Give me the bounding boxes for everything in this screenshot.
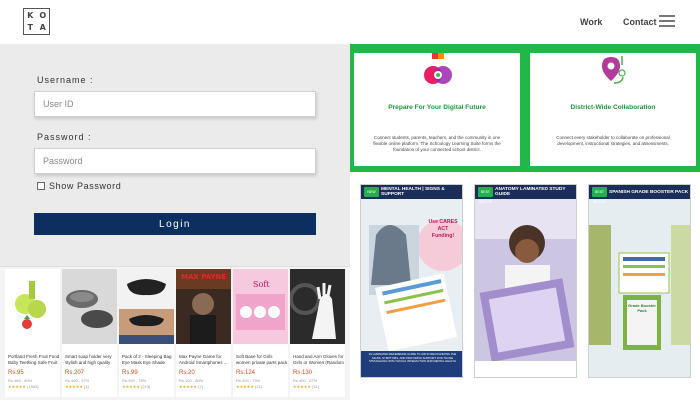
product-price: Rs.95 xyxy=(8,370,24,376)
logo-letter-a: A xyxy=(39,23,46,33)
poster-headline: Grade Booster Pack xyxy=(628,303,656,313)
best-seller-badge: BEST SELLER xyxy=(592,187,607,204)
poster-header-text: ANATOMY LAMINATED STUDY GUIDE xyxy=(495,187,566,197)
product-rating: ★★★★★ (213) xyxy=(122,384,151,389)
best-seller-badge: BEST SELLER xyxy=(478,187,493,204)
product-image[interactable] xyxy=(5,269,60,344)
poster-headline: Use CARES ACT Funding! xyxy=(428,219,458,239)
feature-title: District-Wide Collaboration xyxy=(570,104,656,111)
new-badge: NEW xyxy=(364,187,379,197)
product-old-price: Rs.490 - 57% xyxy=(65,378,90,383)
product-card[interactable]: MAX PAYNE Max Payne Game for Android Sma… xyxy=(176,269,231,397)
product-card[interactable]: Soft Soft Base for Girls women private p… xyxy=(233,269,288,397)
puzzle-icon xyxy=(424,53,452,84)
product-price: Rs.130 xyxy=(293,370,313,376)
product-old-price: Rs.400 - 67% xyxy=(293,378,318,383)
product-title[interactable]: Hand and Arm Gloves for Girls or Women (… xyxy=(293,354,345,365)
logo-letter-k: K xyxy=(27,10,34,20)
nav-work-link[interactable]: Work xyxy=(580,17,602,27)
username-input[interactable] xyxy=(34,91,316,117)
logo-letter-o: O xyxy=(39,10,47,20)
product-card[interactable]: Pack of 2 - Sleeping Bag Eye Mask Eye Sh… xyxy=(119,269,174,397)
product-price: Rs.99 xyxy=(122,370,138,376)
product-reviews: (4) xyxy=(84,384,89,389)
product-image[interactable]: MAX PAYNE xyxy=(176,269,231,344)
product-rating: ★★★★★ (31) xyxy=(293,384,320,389)
posters-section: MENTAL HEALTH | SIGNS & SUPPORT NEW Use … xyxy=(350,172,700,400)
product-reviews: (31) xyxy=(312,384,320,389)
password-label: Password : xyxy=(37,132,92,142)
password-input[interactable] xyxy=(34,148,316,174)
product-title[interactable]: Portland Fresh Fruit Food Baby Teething … xyxy=(8,354,60,365)
product-reviews: (1563) xyxy=(27,384,39,389)
product-strip: Portland Fresh Fruit Food Baby Teething … xyxy=(0,266,350,400)
product-reviews: (7) xyxy=(198,384,203,389)
show-password-row[interactable]: Show Password xyxy=(37,181,121,191)
feature-card-collaboration: District-Wide Collaboration Connect ever… xyxy=(530,53,696,166)
show-password-checkbox[interactable] xyxy=(37,182,45,190)
product-image[interactable]: Soft xyxy=(233,269,288,344)
product-title[interactable]: Pack of 2 - Sleeping Bag Eye Mask Eye Sh… xyxy=(122,354,174,365)
feature-title: Prepare For Your Digital Future xyxy=(388,104,486,111)
poster-header-text: MENTAL HEALTH | SIGNS & SUPPORT xyxy=(381,187,445,197)
poster-mental-health[interactable]: MENTAL HEALTH | SIGNS & SUPPORT NEW Use … xyxy=(360,184,463,378)
product-rating: ★★★★★ (7) xyxy=(179,384,203,389)
product-price: Rs.207 xyxy=(65,370,85,376)
svg-text:Soft: Soft xyxy=(253,280,270,289)
product-image[interactable] xyxy=(119,269,174,344)
product-reviews: (21) xyxy=(255,384,263,389)
product-card[interactable]: Hand and Arm Gloves for Girls or Women (… xyxy=(290,269,345,397)
svg-text:MAX PAYNE: MAX PAYNE xyxy=(181,273,226,281)
poster-spanish[interactable]: SPANISH GRADE BOOSTER PACK BEST SELLER G… xyxy=(588,184,691,378)
product-title[interactable]: Smart soap holder very stylish and high … xyxy=(65,354,117,365)
product-old-price: Rs.499 - 75% xyxy=(236,378,261,383)
product-card[interactable]: Smart soap holder very stylish and high … xyxy=(62,269,117,397)
username-label: Username : xyxy=(37,75,94,85)
product-price: Rs.124 xyxy=(236,370,256,376)
product-title[interactable]: Max Payne Game for Android Smartphones .… xyxy=(179,354,231,365)
login-button[interactable]: Login xyxy=(34,213,316,235)
kota-logo[interactable]: K O T A xyxy=(23,8,50,35)
product-rating: ★★★★★ (21) xyxy=(236,384,263,389)
product-old-price: Rs.399 - 75% xyxy=(122,378,147,383)
product-price: Rs.20 xyxy=(179,370,195,376)
nav-contact-link[interactable]: Contact xyxy=(623,17,657,27)
features-section: Prepare For Your Digital Future Connect … xyxy=(350,44,700,172)
product-image[interactable] xyxy=(62,269,117,344)
poster-footer: 10 LAMINATED REFERENCE GUIDE TO AID IN R… xyxy=(368,352,457,364)
product-rating: ★★★★★ (1563) xyxy=(8,384,39,389)
product-old-price: Rs.100 - 80% xyxy=(179,378,204,383)
location-pin-icon xyxy=(602,56,626,84)
product-rating: ★★★★★ (4) xyxy=(65,384,89,389)
show-password-label[interactable]: Show Password xyxy=(49,181,121,191)
feature-text: Connect students, parents, teachers, and… xyxy=(373,135,501,152)
login-form: Username : Password : Show Password Logi… xyxy=(0,44,350,266)
product-card[interactable]: Portland Fresh Fruit Food Baby Teething … xyxy=(5,269,60,397)
page: K O T A Work Contact Username : Password… xyxy=(0,0,700,400)
header: K O T A Work Contact xyxy=(0,0,700,44)
logo-letter-t: T xyxy=(27,23,33,33)
product-title[interactable]: Soft Base for Girls women private parts … xyxy=(236,354,288,365)
poster-anatomy[interactable]: ANATOMY LAMINATED STUDY GUIDE BEST SELLE… xyxy=(474,184,577,378)
product-image[interactable] xyxy=(290,269,345,344)
product-reviews: (213) xyxy=(141,384,151,389)
hamburger-icon[interactable] xyxy=(659,15,675,27)
product-old-price: Rs.469 - 80% xyxy=(8,378,33,383)
feature-card-digital-future: Prepare For Your Digital Future Connect … xyxy=(354,53,520,166)
feature-text: Connect every stakeholder to collaborate… xyxy=(556,135,670,146)
poster-header-text: SPANISH GRADE BOOSTER PACK xyxy=(609,189,689,195)
